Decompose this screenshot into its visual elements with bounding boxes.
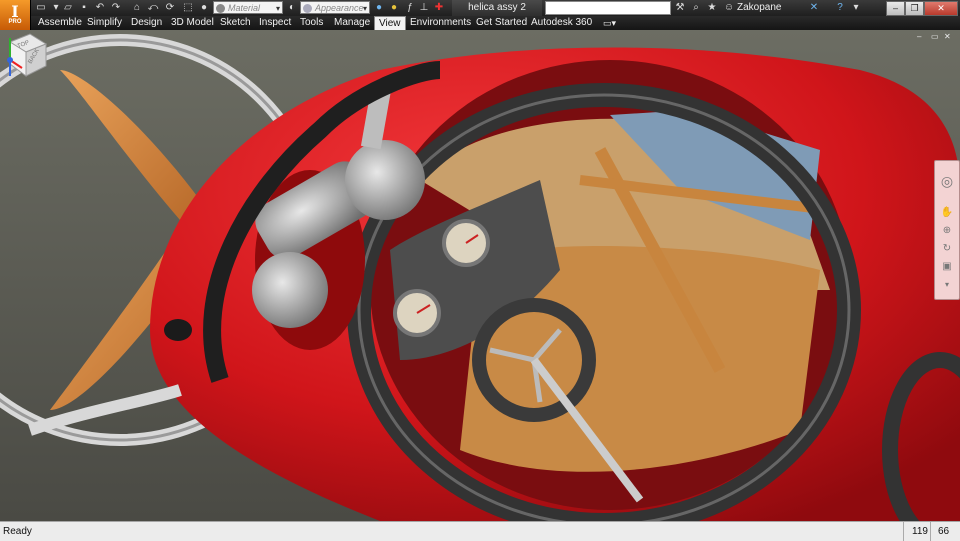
navbar-options-icon[interactable]: ▾ bbox=[939, 279, 955, 291]
material-dropdown[interactable]: Material ▾ bbox=[213, 1, 283, 14]
viewport-close-icon[interactable]: ✕ bbox=[944, 32, 951, 41]
maximize-button[interactable]: ❐ bbox=[905, 1, 924, 16]
star-icon[interactable]: ★ bbox=[706, 2, 718, 14]
open-icon[interactable]: ▱ bbox=[62, 2, 74, 14]
status-bar: Ready 119 66 bbox=[0, 521, 960, 541]
status-occurrence-count: 119 bbox=[912, 526, 928, 537]
redo-icon[interactable]: ↷ bbox=[110, 2, 122, 14]
status-divider bbox=[930, 522, 931, 541]
tab-get-started[interactable]: Get Started bbox=[476, 16, 527, 30]
update-icon[interactable]: ⟳ bbox=[164, 2, 176, 14]
tab-tools[interactable]: Tools bbox=[300, 16, 323, 30]
material-swatch-icon bbox=[216, 4, 225, 13]
tab-autodesk-360[interactable]: Autodesk 360 bbox=[531, 16, 592, 30]
engine-cylinder bbox=[252, 252, 328, 328]
undo-icon[interactable]: ↶ bbox=[94, 2, 106, 14]
select-icon[interactable]: ⬚ bbox=[182, 2, 194, 14]
tab-design[interactable]: Design bbox=[131, 16, 162, 30]
orbit-icon[interactable]: ↻ bbox=[939, 243, 955, 255]
tab-3d-model[interactable]: 3D Model bbox=[171, 16, 214, 30]
status-text: Ready bbox=[3, 526, 32, 537]
tab-environments[interactable]: Environments bbox=[410, 16, 471, 30]
function-icon[interactable]: ƒ bbox=[404, 2, 416, 14]
viewport-minimize-icon[interactable]: – bbox=[917, 32, 921, 41]
search-options-icon[interactable]: ⚒ bbox=[674, 2, 686, 14]
tab-simplify[interactable]: Simplify bbox=[87, 16, 122, 30]
navigation-bar: ◎ ✋ ⊕ ↻ ▣ ▾ bbox=[934, 160, 960, 300]
return-icon[interactable]: ⤺ bbox=[147, 2, 159, 14]
new-icon[interactable]: ▭ bbox=[35, 2, 47, 14]
appearance-icon[interactable]: ◐ bbox=[286, 2, 298, 14]
ribbon-options-icon[interactable]: ▭▾ bbox=[603, 16, 616, 30]
look-at-icon[interactable]: ▣ bbox=[939, 261, 955, 273]
minimize-button[interactable]: – bbox=[886, 1, 905, 16]
tab-sketch[interactable]: Sketch bbox=[220, 16, 251, 30]
appearance-dropdown[interactable]: Appearance ▾ bbox=[300, 1, 370, 14]
help-icon[interactable]: ? bbox=[834, 2, 846, 14]
application-menu-button[interactable]: I PRO bbox=[0, 0, 31, 30]
material-dropdown-value: Material bbox=[228, 3, 261, 13]
viewport-restore-icon[interactable]: ▭ bbox=[931, 32, 939, 41]
tab-inspect[interactable]: Inspect bbox=[259, 16, 291, 30]
appearance-dropdown-value: Appearance bbox=[315, 3, 364, 13]
chevron-down-icon: ▾ bbox=[362, 4, 367, 13]
material-icon[interactable]: ● bbox=[198, 2, 210, 14]
coordinate-triad-icon bbox=[7, 38, 23, 76]
adjust-icon[interactable]: ● bbox=[388, 2, 400, 14]
close-button[interactable]: ✕ bbox=[924, 1, 958, 16]
tab-view[interactable]: View bbox=[374, 16, 406, 30]
status-divider bbox=[903, 522, 904, 541]
exchange-icon[interactable]: ✕ bbox=[808, 2, 820, 14]
help-dropdown-icon[interactable]: ▾ bbox=[850, 2, 862, 14]
appearance-swatch-icon bbox=[303, 4, 312, 13]
search-input[interactable] bbox=[545, 1, 671, 15]
search-icon[interactable]: ⌕ bbox=[690, 2, 702, 14]
zoom-icon[interactable]: ⊕ bbox=[939, 225, 955, 237]
logo-edition: PRO bbox=[8, 18, 22, 25]
steering-wheels-icon[interactable]: ◎ bbox=[939, 174, 955, 188]
logo-letter: I bbox=[11, 1, 19, 21]
user-name[interactable]: Zakopane bbox=[737, 0, 781, 16]
clear-appearance-icon[interactable]: ● bbox=[373, 2, 385, 14]
dropdown-arrow-icon[interactable]: ▾ bbox=[50, 2, 62, 14]
tab-assemble[interactable]: Assemble bbox=[38, 16, 82, 30]
graphics-viewport[interactable]: – ▭ ✕ TOP BACK ◎ ✋ ⊕ ↻ ▣ ▾ bbox=[0, 30, 960, 521]
tab-manage[interactable]: Manage bbox=[334, 16, 370, 30]
user-icon[interactable]: ☺ bbox=[723, 2, 735, 14]
engine-cylinder bbox=[345, 140, 425, 220]
measure-icon[interactable]: ⊥ bbox=[418, 2, 430, 14]
status-open-documents: 66 bbox=[938, 526, 950, 537]
home-icon[interactable]: ⌂ bbox=[131, 2, 143, 14]
save-icon[interactable]: ▪ bbox=[78, 2, 90, 14]
pan-icon[interactable]: ✋ bbox=[939, 207, 955, 219]
document-title: helica assy 2 bbox=[452, 0, 542, 16]
model-render bbox=[0, 30, 960, 521]
cross-icon[interactable]: ✚ bbox=[433, 2, 445, 14]
chevron-down-icon: ▾ bbox=[275, 4, 280, 13]
